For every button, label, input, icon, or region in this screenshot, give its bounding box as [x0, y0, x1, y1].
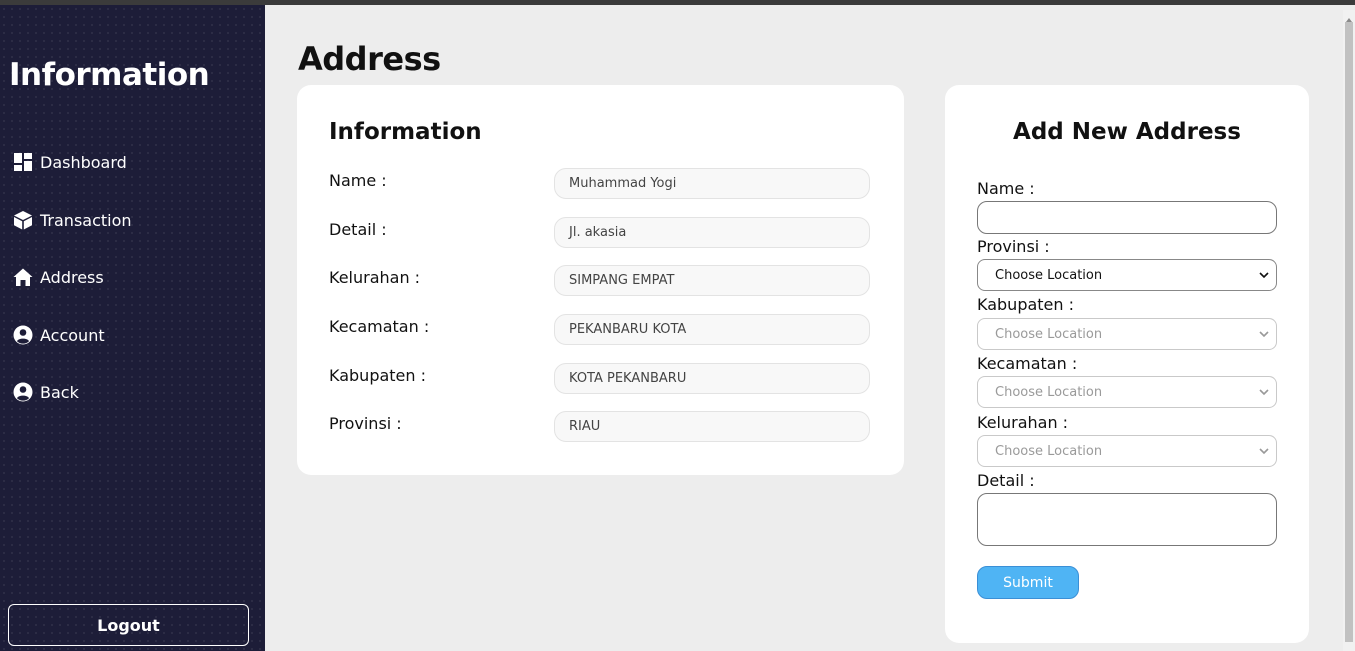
sidebar-item-label: Address — [40, 267, 104, 287]
provinsi-value-field: RIAU — [554, 411, 870, 442]
box-icon — [13, 210, 33, 230]
provinsi-select[interactable]: Choose Location — [977, 259, 1277, 291]
information-card-title: Information — [329, 119, 482, 145]
kelurahan-label: Kelurahan : — [977, 413, 1069, 432]
sidebar-item-label: Back — [40, 382, 79, 402]
provinsi-label: Provinsi : — [329, 414, 402, 433]
chevron-down-icon — [1258, 328, 1270, 340]
kabupaten-label: Kabupaten : — [977, 295, 1075, 314]
kecamatan-value-field: PEKANBARU KOTA — [554, 314, 870, 345]
sidebar-brand: Information — [9, 57, 210, 93]
detail-label: Detail : — [329, 220, 387, 239]
sidebar-item-address[interactable]: Address — [13, 264, 104, 290]
sidebar-item-label: Transaction — [40, 210, 132, 230]
kelurahan-label: Kelurahan : — [329, 268, 421, 287]
name-value-field: Muhammad Yogi — [554, 168, 870, 199]
kabupaten-select-value: Choose Location — [995, 326, 1103, 342]
sidebar-item-dashboard[interactable]: Dashboard — [13, 149, 127, 175]
provinsi-select-value: Choose Location — [995, 267, 1103, 283]
sidebar-item-label: Account — [40, 325, 105, 345]
kecamatan-label: Kecamatan : — [977, 354, 1078, 373]
home-icon — [13, 267, 33, 287]
kecamatan-label: Kecamatan : — [329, 317, 430, 336]
kelurahan-select-value: Choose Location — [995, 443, 1103, 459]
logout-button[interactable]: Logout — [8, 604, 249, 646]
kecamatan-select-value: Choose Location — [995, 384, 1103, 400]
name-label: Name : — [329, 171, 387, 190]
detail-value-field: Jl. akasia — [554, 217, 870, 248]
kabupaten-value-field: KOTA PEKANBARU — [554, 363, 870, 394]
name-input[interactable] — [977, 201, 1277, 234]
kabupaten-label: Kabupaten : — [329, 366, 427, 385]
add-address-card: Add New Address Name : Provinsi : Choose… — [945, 85, 1309, 643]
user-circle-icon — [13, 325, 33, 345]
scroll-up-arrow-icon[interactable] — [1344, 10, 1354, 22]
submit-button[interactable]: Submit — [977, 566, 1079, 599]
chevron-down-icon — [1258, 386, 1270, 398]
sidebar-item-transaction[interactable]: Transaction — [13, 207, 132, 233]
sidebar-item-back[interactable]: Back — [13, 379, 79, 405]
sidebar-item-account[interactable]: Account — [13, 322, 105, 348]
detail-label: Detail : — [977, 471, 1035, 490]
sidebar-item-label: Dashboard — [40, 152, 127, 172]
kelurahan-select[interactable]: Choose Location — [977, 435, 1277, 467]
chevron-down-icon — [1258, 445, 1270, 457]
kecamatan-select[interactable]: Choose Location — [977, 376, 1277, 408]
information-card: Information Name : Muhammad Yogi Detail … — [297, 85, 904, 475]
add-address-title: Add New Address — [1013, 119, 1241, 145]
page-title: Address — [298, 40, 441, 78]
dashboard-icon — [13, 152, 33, 172]
chevron-down-icon — [1258, 269, 1270, 281]
sidebar: Information Dashboard Transaction Addres… — [0, 5, 265, 651]
scrollbar-thumb[interactable] — [1345, 22, 1353, 642]
detail-textarea[interactable] — [977, 493, 1277, 546]
name-label: Name : — [977, 179, 1035, 198]
page-scrollbar[interactable] — [1343, 10, 1355, 651]
kabupaten-select[interactable]: Choose Location — [977, 318, 1277, 350]
user-circle-icon — [13, 382, 33, 402]
kelurahan-value-field: SIMPANG EMPAT — [554, 265, 870, 296]
provinsi-label: Provinsi : — [977, 237, 1050, 256]
